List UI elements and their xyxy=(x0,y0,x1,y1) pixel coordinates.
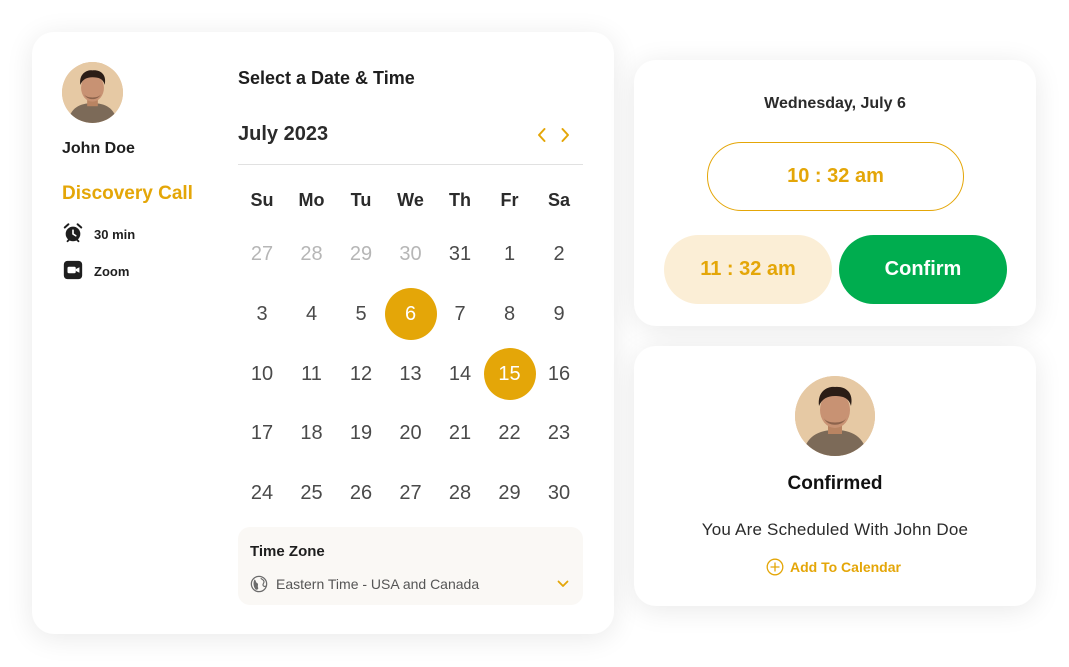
host-avatar xyxy=(62,62,123,123)
calendar-day[interactable]: 19 xyxy=(335,407,387,459)
calendar-day[interactable]: 1 xyxy=(484,228,536,280)
timezone-value: Eastern Time - USA and Canada xyxy=(276,576,480,592)
calendar-day[interactable]: 7 xyxy=(434,288,486,340)
host-avatar xyxy=(795,376,875,456)
booking-card: John Doe Discovery Call 30 min Zoom Sele… xyxy=(32,32,614,634)
calendar-day[interactable]: 22 xyxy=(484,407,536,459)
weekday-label: We xyxy=(397,190,424,210)
location-row: Zoom xyxy=(62,259,129,284)
timezone-select[interactable]: Eastern Time - USA and Canada xyxy=(250,573,571,595)
time-selection-card: Wednesday, July 6 10 : 32 am 11 : 32 am … xyxy=(634,60,1036,326)
add-to-calendar-link[interactable]: Add To Calendar xyxy=(766,558,901,576)
calendar-day[interactable]: 28 xyxy=(286,228,338,280)
add-to-calendar-label: Add To Calendar xyxy=(790,559,901,575)
calendar-day[interactable]: 29 xyxy=(335,228,387,280)
calendar-day[interactable]: 12 xyxy=(335,348,387,400)
calendar-day[interactable]: 31 xyxy=(434,228,486,280)
calendar-day[interactable]: 29 xyxy=(484,467,536,519)
prev-month-button[interactable] xyxy=(532,124,552,146)
time-slot-button[interactable]: 10 : 32 am xyxy=(707,142,964,211)
calendar-day[interactable]: 27 xyxy=(236,228,288,280)
selected-date: Wednesday, July 6 xyxy=(764,95,906,112)
calendar-day[interactable]: 9 xyxy=(533,288,585,340)
calendar-day[interactable]: 28 xyxy=(434,467,486,519)
chevron-down-icon xyxy=(557,580,569,588)
weekday-label: Tu xyxy=(350,190,372,210)
location-label: Zoom xyxy=(94,264,130,279)
calendar-day[interactable]: 13 xyxy=(385,348,437,400)
duration-row: 30 min xyxy=(62,222,135,247)
calendar-day[interactable]: 30 xyxy=(533,467,585,519)
next-month-button[interactable] xyxy=(555,124,575,146)
calendar-day-selected[interactable]: 6 xyxy=(384,288,437,340)
event-title: Discovery Call xyxy=(62,183,193,204)
alarm-clock-icon xyxy=(62,222,84,247)
calendar-day[interactable]: 11 xyxy=(286,348,338,400)
calendar-day[interactable]: 8 xyxy=(484,288,536,340)
calendar-day[interactable]: 3 xyxy=(236,288,288,340)
month-divider xyxy=(238,164,583,165)
zoom-icon xyxy=(62,259,84,284)
time-slot-button-selected[interactable]: 11 : 32 am xyxy=(664,235,832,304)
month-label: July 2023 xyxy=(238,123,329,145)
calendar-day[interactable]: 16 xyxy=(533,348,585,400)
calendar-day[interactable]: 17 xyxy=(236,407,288,459)
weekday-label: Su xyxy=(250,190,274,210)
calendar-day[interactable]: 4 xyxy=(286,288,338,340)
timezone-panel: Time Zone Eastern Time - USA and Canada xyxy=(238,527,583,605)
weekday-label: Mo xyxy=(298,190,325,210)
scheduled-message: You Are Scheduled With John Doe xyxy=(701,520,969,539)
calendar-day[interactable]: 5 xyxy=(335,288,387,340)
calendar-day[interactable]: 18 xyxy=(286,407,338,459)
timezone-label: Time Zone xyxy=(250,543,325,560)
chevron-right-icon xyxy=(561,128,569,142)
calendar-day[interactable]: 10 xyxy=(236,348,288,400)
weekday-label: Th xyxy=(449,190,471,210)
confirmation-card: Confirmed You Are Scheduled With John Do… xyxy=(634,346,1036,606)
confirmed-title: Confirmed xyxy=(787,473,883,494)
calendar-day[interactable]: 30 xyxy=(385,228,437,280)
calendar-day[interactable]: 26 xyxy=(335,467,387,519)
calendar-day[interactable]: 25 xyxy=(286,467,338,519)
calendar-day[interactable]: 14 xyxy=(434,348,486,400)
duration-label: 30 min xyxy=(94,227,136,242)
calendar-day[interactable]: 23 xyxy=(533,407,585,459)
calendar-day[interactable]: 27 xyxy=(385,467,437,519)
calendar-day[interactable]: 21 xyxy=(434,407,486,459)
section-heading: Select a Date & Time xyxy=(238,68,415,88)
calendar-day[interactable]: 20 xyxy=(385,407,437,459)
plus-circle-icon xyxy=(766,558,784,576)
calendar-day-selected[interactable]: 15 xyxy=(483,348,536,400)
host-name: John Doe xyxy=(62,140,135,157)
confirm-button[interactable]: Confirm xyxy=(839,235,1007,304)
calendar-day[interactable]: 2 xyxy=(533,228,585,280)
globe-icon xyxy=(250,575,268,593)
chevron-left-icon xyxy=(538,128,546,142)
weekday-label: Fr xyxy=(500,190,519,210)
calendar-day[interactable]: 24 xyxy=(236,467,288,519)
weekday-label: Sa xyxy=(547,190,571,210)
